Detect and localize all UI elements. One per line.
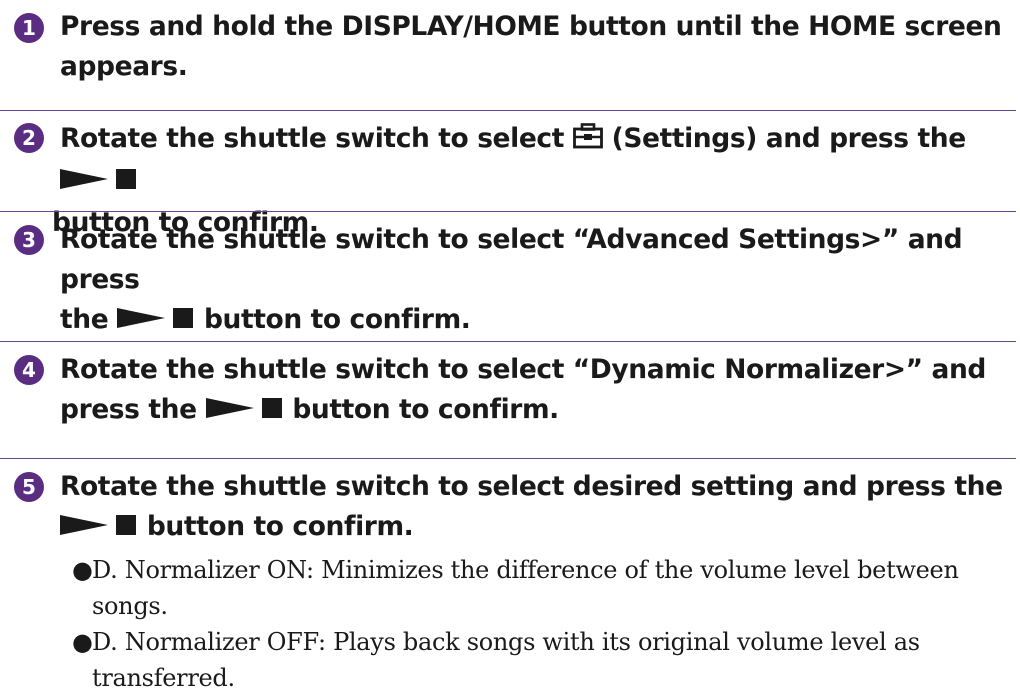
option-line-1: D. Normalizer ON: Minimizes the differen…: [92, 556, 959, 584]
step-3-line-2: the button to confirm.: [60, 300, 1010, 342]
step-number-badge: 4: [14, 355, 44, 385]
list-item: ● D. Normalizer OFF: Plays back songs wi…: [72, 624, 1012, 696]
bullet-dot-icon: ●: [72, 556, 93, 584]
settings-toolbox-icon: [572, 121, 603, 161]
play-stop-button-icon: [205, 392, 284, 432]
step-3-line-1: Rotate the shuttle switch to select “Adv…: [60, 224, 963, 295]
step-5-line-2: button to confirm.: [60, 507, 1010, 549]
step-5-text-part: button to confirm.: [138, 511, 414, 542]
list-item: ● D. Normalizer ON: Minimizes the differ…: [72, 552, 1012, 624]
step-1-line-2: appears.: [60, 51, 188, 82]
step-divider: [0, 458, 1016, 459]
step-4-line-1: Rotate the shuttle switch to select “Dyn…: [60, 354, 987, 385]
option-line-2: transferred.: [92, 664, 235, 692]
step-2-text-part: (Settings) and press the: [602, 123, 967, 154]
step-1-text: Press and hold the DISPLAY/HOME button u…: [60, 7, 1010, 87]
instruction-page: 1 Press and hold the DISPLAY/HOME button…: [0, 0, 1020, 700]
step-1-line-1: Press and hold the DISPLAY/HOME button u…: [60, 11, 1002, 42]
step-number-badge: 3: [14, 225, 44, 255]
setting-options-list: ● D. Normalizer ON: Minimizes the differ…: [72, 552, 1012, 696]
step-number-badge: 5: [14, 472, 44, 502]
step-4-text: Rotate the shuttle switch to select “Dyn…: [60, 350, 1010, 432]
step-4-line-2: press the button to confirm.: [60, 390, 1010, 432]
option-line-2: songs.: [92, 592, 168, 620]
bullet-dot-icon: ●: [72, 628, 93, 656]
step-2-line-1: Rotate the shuttle switch to select (Set…: [60, 119, 1010, 203]
step-divider: [0, 110, 1016, 111]
step-divider: [0, 341, 1016, 342]
step-number-badge: 2: [14, 123, 44, 153]
step-3-text-part: button to confirm.: [195, 304, 471, 335]
step-4-text-part: button to confirm.: [283, 394, 559, 425]
step-3-text-part: the: [60, 304, 118, 335]
step-5-line-1: Rotate the shuttle switch to select desi…: [60, 471, 1003, 502]
step-2-text-part: Rotate the shuttle switch to select: [60, 123, 573, 154]
step-3-text: Rotate the shuttle switch to select “Adv…: [60, 220, 1010, 342]
step-number-badge: 1: [14, 13, 44, 43]
play-stop-button-icon: [60, 163, 138, 203]
step-divider: [0, 211, 1016, 212]
step-5-text: Rotate the shuttle switch to select desi…: [60, 467, 1010, 549]
step-4-text-part: press the: [60, 394, 206, 425]
play-stop-button-icon: [60, 509, 138, 549]
option-line-1: D. Normalizer OFF: Plays back songs with…: [92, 628, 920, 656]
play-stop-button-icon: [117, 302, 195, 342]
